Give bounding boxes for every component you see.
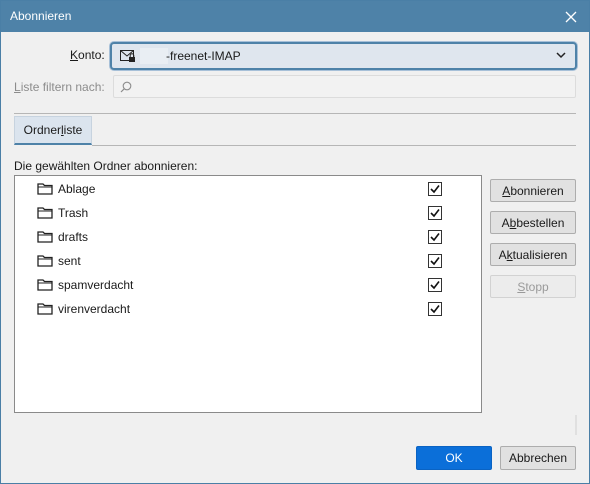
subscribe-checkbox[interactable] [428,230,442,244]
close-button[interactable] [553,1,589,32]
checkbox-checked-icon [430,281,440,290]
cancel-button[interactable]: Abbrechen [500,446,576,470]
folder-list[interactable]: Ablage Trash drafts sent spamverdacht virenve… [14,175,482,413]
subscribe-dialog: Abonnieren Konto: -freenet-IMAP Liste fi… [0,0,590,484]
search-icon [120,81,132,93]
folder-row[interactable]: virenverdacht [15,297,481,321]
unsubscribe-button[interactable]: Ab bestellen [490,211,576,234]
folder-row[interactable]: drafts [15,225,481,249]
account-dropdown[interactable]: -freenet-IMAP [110,42,577,70]
filter-label: Liste filtern nach: [14,80,105,94]
checkbox-checked-icon [430,257,440,266]
tab-label: Ordnerliste [23,123,83,137]
folder-icon [37,207,53,219]
filter-field[interactable] [113,75,576,98]
tab-folder-list[interactable]: Ordnerliste [14,116,92,145]
folder-name: Trash [58,206,89,220]
resize-grip [575,415,577,435]
list-heading: Die gewählten Ordner abonnieren: [14,159,198,173]
folder-name: Ablage [58,182,96,196]
folder-name: spamverdacht [58,278,134,292]
title-bar: Abonnieren [1,1,589,32]
close-icon [565,11,577,22]
folder-name: sent [58,254,81,268]
stop-button[interactable]: Stopp [490,275,576,298]
filter-input[interactable] [136,78,566,95]
checkbox-checked-icon [430,233,440,242]
folder-row[interactable]: Ablage [15,177,481,201]
subscribe-checkbox[interactable] [428,182,442,196]
divider [14,113,576,114]
subscribe-button[interactable]: Abonnieren [490,179,576,202]
subscribe-checkbox[interactable] [428,206,442,220]
redacted-account-name [140,48,168,64]
folder-name: virenverdacht [58,302,131,316]
account-value: -freenet-IMAP [166,49,241,63]
folder-name: drafts [58,230,89,244]
subscribe-checkbox[interactable] [428,302,442,316]
folder-icon [37,279,53,291]
subscribe-checkbox[interactable] [428,278,442,292]
mail-account-icon [120,50,135,62]
subscribe-checkbox[interactable] [428,254,442,268]
ok-button[interactable]: OK [416,446,492,470]
folder-icon [37,255,53,267]
checkbox-checked-icon [430,185,440,194]
window-title: Abonnieren [10,9,72,23]
folder-icon [37,231,53,243]
account-label: Konto: [70,48,105,62]
checkbox-checked-icon [430,305,440,314]
tab-baseline [92,145,576,146]
refresh-button[interactable]: Ak tualisieren [490,243,576,266]
folder-row[interactable]: Trash [15,201,481,225]
folder-row[interactable]: sent [15,249,481,273]
folder-icon [37,303,53,315]
folder-icon [37,183,53,195]
folder-row[interactable]: spamverdacht [15,273,481,297]
chevron-down-icon [556,52,566,59]
checkbox-checked-icon [430,209,440,218]
